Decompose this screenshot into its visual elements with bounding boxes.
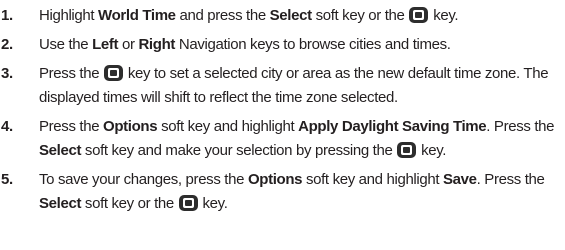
step-text: key. bbox=[417, 142, 447, 159]
step-text: Navigation keys to browse cities and tim… bbox=[175, 36, 451, 53]
key-term: Left bbox=[92, 36, 119, 53]
key-term: Options bbox=[103, 118, 158, 135]
step-number: 3. bbox=[1, 65, 13, 82]
select-key-icon bbox=[104, 65, 124, 81]
key-term: Right bbox=[138, 36, 176, 53]
step-text: Press the bbox=[39, 118, 104, 135]
step-text: Highlight bbox=[39, 7, 99, 24]
key-term: Select bbox=[39, 142, 82, 159]
step-number: 4. bbox=[1, 118, 13, 135]
instruction-step: 1. Highlight World Time and press the Sel… bbox=[0, 4, 565, 28]
step-text: and press the bbox=[175, 7, 270, 24]
key-term: Select bbox=[269, 7, 312, 24]
select-key-icon bbox=[409, 7, 429, 23]
select-key-icon bbox=[397, 142, 417, 158]
step-number: 1. bbox=[1, 7, 13, 24]
step-number: 2. bbox=[1, 36, 13, 53]
step-text: soft key or the bbox=[311, 7, 409, 24]
key-term: Select bbox=[39, 195, 82, 212]
step-text: soft key or the bbox=[81, 195, 178, 212]
step-text: soft key and make your selection by pres… bbox=[81, 142, 397, 159]
step-text: key. bbox=[198, 195, 228, 212]
step-text: soft key and highlight bbox=[157, 118, 299, 135]
step-text: soft key and highlight bbox=[302, 171, 444, 188]
key-term: World Time bbox=[98, 7, 176, 24]
instruction-step: 4. Press the Options soft key and highlig… bbox=[0, 115, 565, 163]
instruction-steps: 1. Highlight World Time and press the Sel… bbox=[0, 4, 565, 221]
step-text: Use the bbox=[39, 36, 93, 53]
key-term: Apply Daylight Saving Time bbox=[298, 118, 487, 135]
step-text: . Press the bbox=[476, 171, 545, 188]
instruction-step: 3. Press the key to set a selected city o… bbox=[0, 62, 565, 110]
step-text: To save your changes, press the bbox=[39, 171, 248, 188]
instruction-step: 5. To save your changes, press the Option… bbox=[0, 168, 565, 216]
step-text: key. bbox=[429, 7, 459, 24]
instruction-step: 2. Use the Left or Right Navigation keys … bbox=[0, 33, 565, 57]
step-text: . Press the bbox=[486, 118, 555, 135]
step-text: or bbox=[118, 36, 139, 53]
step-text: Press the bbox=[39, 65, 104, 82]
key-term: Save bbox=[443, 171, 477, 188]
select-key-icon bbox=[178, 195, 198, 211]
step-number: 5. bbox=[1, 171, 13, 188]
key-term: Options bbox=[247, 171, 303, 188]
